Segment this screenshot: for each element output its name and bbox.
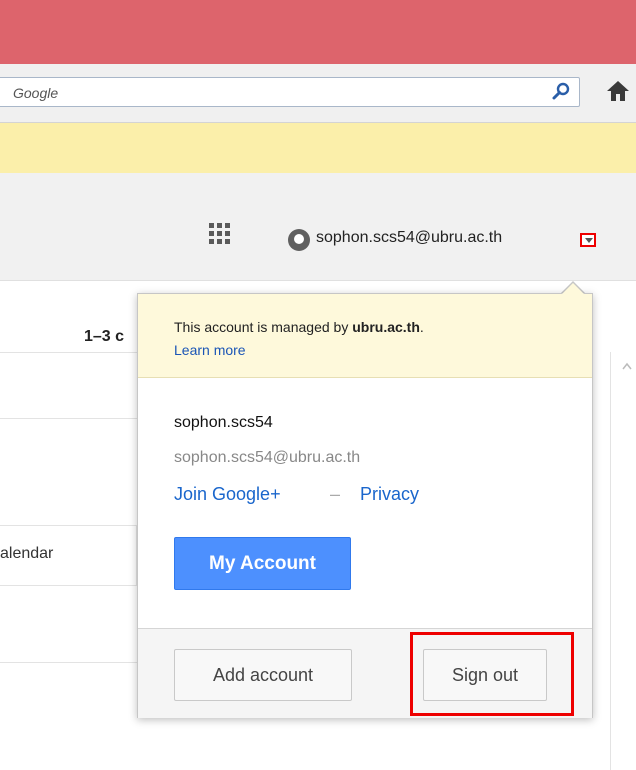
avatar-icon[interactable] — [288, 229, 310, 251]
chevron-down-icon[interactable] — [580, 233, 596, 247]
sign-out-button[interactable]: Sign out — [423, 649, 547, 701]
browser-titlebar — [0, 0, 636, 64]
learn-more-link[interactable]: Learn more — [174, 342, 246, 358]
search-input[interactable] — [11, 82, 515, 104]
managed-domain: ubru.ac.th — [352, 319, 420, 335]
managed-account-notice: This account is managed by ubru.ac.th. L… — [138, 294, 592, 378]
calendar-label: alendar — [0, 545, 54, 562]
add-account-button[interactable]: Add account — [174, 649, 352, 701]
browser-navbar — [0, 64, 636, 123]
scroll-up-icon[interactable] — [622, 362, 632, 370]
account-email[interactable]: sophon.scs54@ubru.ac.th — [316, 229, 502, 247]
message-count: 1–3 c — [84, 328, 125, 345]
divider — [0, 418, 140, 419]
account-username: sophon.scs54 — [174, 414, 273, 431]
search-icon[interactable] — [551, 82, 571, 102]
home-icon[interactable] — [604, 78, 632, 104]
popup-caret-fill — [562, 283, 584, 294]
notification-bar — [0, 123, 636, 174]
scrollbar-track — [610, 352, 611, 770]
search-box[interactable] — [0, 77, 580, 107]
my-account-button[interactable]: My Account — [174, 537, 351, 590]
divider — [0, 352, 140, 353]
join-google-plus-link[interactable]: Join Google+ — [174, 484, 281, 505]
apps-grid-icon[interactable] — [209, 223, 231, 245]
account-email-secondary: sophon.scs54@ubru.ac.th — [174, 449, 361, 466]
divider — [0, 525, 140, 526]
divider — [0, 662, 140, 663]
account-popup: This account is managed by ubru.ac.th. L… — [137, 293, 593, 718]
divider — [0, 585, 140, 586]
link-separator: – — [330, 484, 341, 504]
managed-text: This account is managed by ubru.ac.th. — [174, 319, 424, 335]
privacy-link[interactable]: Privacy — [360, 484, 419, 505]
google-bar: sophon.scs54@ubru.ac.th — [0, 173, 636, 281]
popup-footer: Add account Sign out — [138, 628, 592, 718]
